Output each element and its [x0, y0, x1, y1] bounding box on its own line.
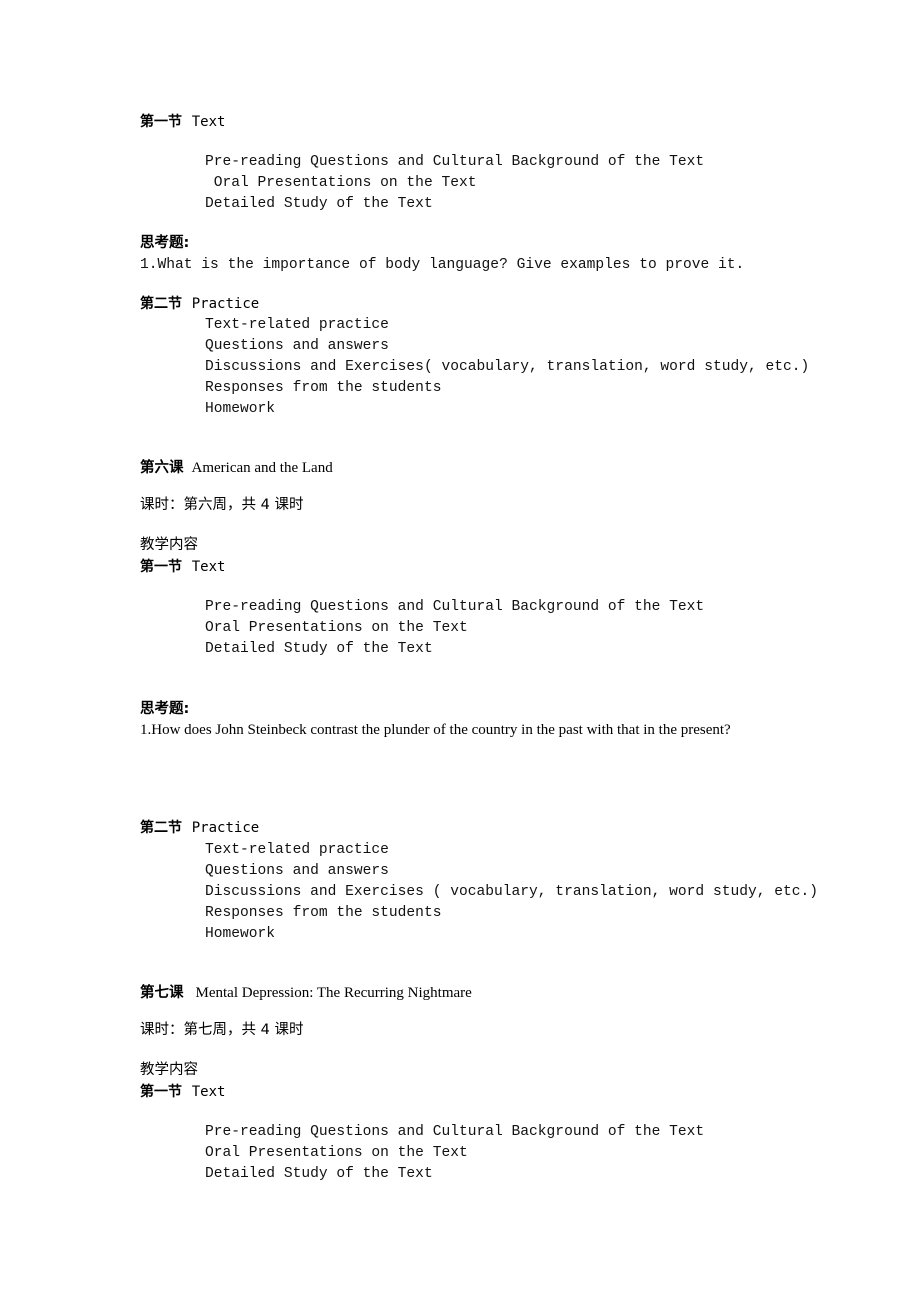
list-item: Discussions and Exercises ( vocabulary, …: [205, 884, 819, 900]
list-item: Responses from the students: [205, 380, 442, 396]
question-text: 1.How does John Steinbeck contrast the p…: [140, 722, 731, 738]
list-item: Oral Presentations on the Text: [205, 620, 468, 636]
content-label: 教学内容: [140, 537, 198, 553]
list-item: Text-related practice: [205, 317, 389, 333]
lesson-title: Mental Depression: The Recurring Nightma…: [195, 985, 472, 1001]
section-title: Practice: [191, 296, 260, 312]
section-heading: 第二节 Practice: [140, 821, 259, 835]
list-item: Pre-reading Questions and Cultural Backg…: [205, 599, 705, 615]
list-item: Pre-reading Questions and Cultural Backg…: [205, 154, 705, 170]
lesson-title: American and the Land: [191, 460, 333, 476]
content-label: 教学内容: [140, 1062, 198, 1078]
question-label: 思考题:: [140, 235, 190, 251]
list-item: Discussions and Exercises( vocabulary, t…: [205, 359, 810, 375]
section-heading: 第一节 Text: [140, 560, 225, 574]
section-label: 第二节: [140, 296, 182, 312]
section-label: 第一节: [140, 559, 182, 575]
section-title: Text: [191, 559, 226, 575]
list-item: Detailed Study of the Text: [205, 1166, 433, 1182]
section-label: 第二节: [140, 820, 182, 836]
lesson-label: 第七课: [140, 985, 184, 1001]
lesson-hours: 课时：第六周，共 4 课时: [140, 497, 304, 513]
list-item: Oral Presentations on the Text: [205, 175, 477, 191]
section-label: 第一节: [140, 1084, 182, 1100]
list-item: Pre-reading Questions and Cultural Backg…: [205, 1124, 705, 1140]
lesson-heading: 第七课 Mental Depression: The Recurring Nig…: [140, 985, 472, 1001]
section-heading: 第一节 Text: [140, 115, 225, 129]
section-title: Practice: [191, 820, 260, 836]
lesson-heading: 第六课 American and the Land: [140, 460, 333, 476]
list-item: Detailed Study of the Text: [205, 196, 433, 212]
list-item: Detailed Study of the Text: [205, 641, 433, 657]
lesson-hours: 课时：第七周，共 4 课时: [140, 1022, 304, 1038]
question-label: 思考题:: [140, 701, 190, 717]
list-item: Homework: [205, 926, 276, 942]
list-item: Homework: [205, 401, 276, 417]
section-heading: 第一节 Text: [140, 1085, 225, 1099]
section-title: Text: [191, 114, 226, 130]
list-item: Questions and answers: [205, 863, 389, 879]
section-heading: 第二节 Practice: [140, 297, 259, 311]
list-item: Text-related practice: [205, 842, 389, 858]
section-title: Text: [191, 1084, 226, 1100]
list-item: Questions and answers: [205, 338, 389, 354]
list-item: Responses from the students: [205, 905, 442, 921]
question-text: 1.What is the importance of body languag…: [140, 257, 745, 273]
section-label: 第一节: [140, 114, 182, 130]
list-item: Oral Presentations on the Text: [205, 1145, 468, 1161]
lesson-label: 第六课: [140, 460, 184, 476]
